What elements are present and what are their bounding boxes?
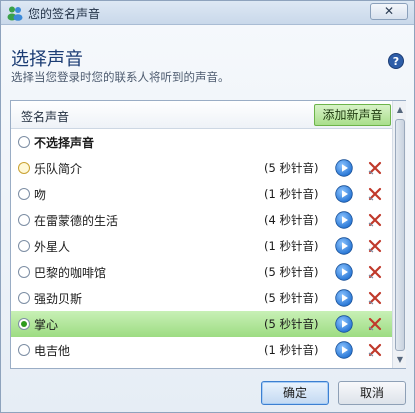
sound-duration: (5 秒针音) bbox=[264, 291, 319, 305]
sound-name: 吻 bbox=[34, 188, 47, 202]
delete-icon[interactable] bbox=[367, 212, 383, 228]
play-icon[interactable] bbox=[335, 185, 353, 203]
list-item[interactable]: 电吉他 (1 秒针音) bbox=[11, 337, 392, 363]
play-icon[interactable] bbox=[335, 315, 353, 333]
list-item[interactable]: 乐队简介 (5 秒针音) bbox=[11, 155, 392, 181]
play-icon[interactable] bbox=[335, 289, 353, 307]
page-subtitle: 选择当您登录时您的联系人将听到的声音。 bbox=[11, 70, 230, 84]
delete-icon[interactable] bbox=[367, 342, 383, 358]
sound-duration: (4 秒针音) bbox=[264, 213, 319, 227]
sound-name: 外星人 bbox=[34, 240, 71, 254]
play-icon[interactable] bbox=[335, 237, 353, 255]
sound-radio-button[interactable] bbox=[18, 318, 30, 330]
sound-duration: (5 秒针音) bbox=[264, 161, 319, 175]
list-item[interactable]: 在雷蒙德的生活 (4 秒针音) bbox=[11, 207, 392, 233]
column-header-signature-sound: 签名声音 bbox=[21, 110, 70, 124]
sound-name: 巴黎的咖啡馆 bbox=[34, 266, 107, 280]
list-item[interactable]: 外星人 (1 秒针音) bbox=[11, 233, 392, 259]
sound-name: 强劲贝斯 bbox=[34, 292, 83, 306]
help-icon[interactable]: ? bbox=[388, 53, 404, 69]
list-item[interactable]: 巴黎的咖啡馆 (5 秒针音) bbox=[11, 259, 392, 285]
play-icon[interactable] bbox=[335, 159, 353, 177]
scrollbar[interactable]: ▲ ▼ bbox=[392, 101, 406, 368]
list-item[interactable]: 强劲贝斯 (5 秒针音) bbox=[11, 285, 392, 311]
list-header: 签名声音 添加新声音 bbox=[11, 101, 405, 129]
scroll-up-arrow-icon[interactable]: ▲ bbox=[394, 103, 406, 116]
delete-icon[interactable] bbox=[367, 290, 383, 306]
delete-icon[interactable] bbox=[367, 264, 383, 280]
sound-rows: 不选择声音乐队简介 (5 秒针音) 吻 (1 秒针音) 在雷蒙德的生活 (4 秒针音) 外星… bbox=[11, 129, 392, 363]
title-bar: 您的签名声音 ✕ bbox=[1, 1, 414, 25]
sound-radio-button[interactable] bbox=[18, 344, 30, 356]
sound-radio-button[interactable] bbox=[18, 136, 30, 148]
sound-duration: (1 秒针音) bbox=[264, 187, 319, 201]
scroll-thumb[interactable] bbox=[395, 119, 405, 351]
add-new-sound-button[interactable]: 添加新声音 bbox=[314, 104, 391, 126]
scroll-down-arrow-icon[interactable]: ▼ bbox=[394, 353, 406, 366]
window-title: 您的签名声音 bbox=[28, 7, 101, 21]
sound-name: 掌心 bbox=[34, 318, 59, 332]
sound-radio-button[interactable] bbox=[18, 292, 30, 304]
sound-name: 不选择声音 bbox=[34, 136, 95, 150]
play-icon[interactable] bbox=[335, 211, 353, 229]
sound-name: 电吉他 bbox=[34, 344, 71, 358]
delete-icon[interactable] bbox=[367, 316, 383, 332]
list-item[interactable]: 吻 (1 秒针音) bbox=[11, 181, 392, 207]
play-icon[interactable] bbox=[335, 341, 353, 359]
sound-duration: (5 秒针音) bbox=[264, 317, 319, 331]
sound-name: 在雷蒙德的生活 bbox=[34, 214, 119, 228]
sound-name: 乐队简介 bbox=[34, 162, 83, 176]
sound-duration: (1 秒针音) bbox=[264, 239, 319, 253]
ok-button[interactable]: 确定 bbox=[261, 381, 329, 405]
play-icon[interactable] bbox=[335, 263, 353, 281]
delete-icon[interactable] bbox=[367, 160, 383, 176]
delete-icon[interactable] bbox=[367, 186, 383, 202]
close-button[interactable]: ✕ bbox=[370, 3, 408, 20]
list-item[interactable]: 掌心 (5 秒针音) bbox=[11, 311, 392, 337]
delete-icon[interactable] bbox=[367, 238, 383, 254]
sound-duration: (5 秒针音) bbox=[264, 265, 319, 279]
sound-radio-button[interactable] bbox=[18, 266, 30, 278]
list-item[interactable]: 不选择声音 bbox=[11, 129, 392, 155]
sound-list: 签名声音 添加新声音 不选择声音乐队简介 (5 秒针音) 吻 (1 秒针音) 在雷蒙德的… bbox=[10, 100, 406, 369]
messenger-buddy-icon bbox=[7, 6, 23, 21]
page-title: 选择声音 bbox=[11, 49, 83, 70]
sound-radio-button[interactable] bbox=[18, 240, 30, 252]
sound-duration: (1 秒针音) bbox=[264, 343, 319, 357]
sound-radio-button[interactable] bbox=[18, 162, 30, 174]
sound-radio-button[interactable] bbox=[18, 214, 30, 226]
cancel-button[interactable]: 取消 bbox=[338, 381, 406, 405]
svg-text:?: ? bbox=[393, 55, 399, 68]
sound-radio-button[interactable] bbox=[18, 188, 30, 200]
sound-dialog: 您的签名声音 ✕ 选择声音 选择当您登录时您的联系人将听到的声音。 ? 签名声音… bbox=[0, 0, 415, 413]
